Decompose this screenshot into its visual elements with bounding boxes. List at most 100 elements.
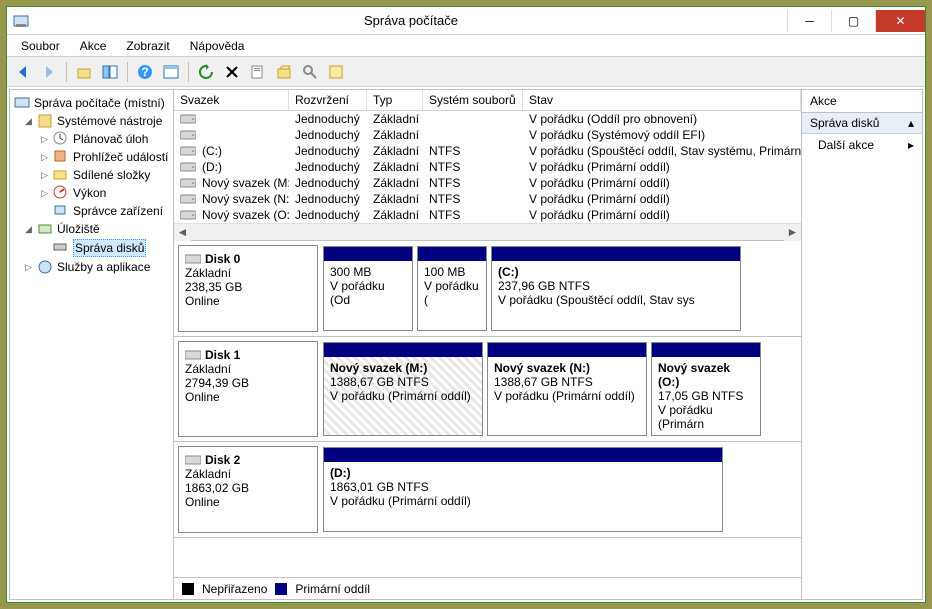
svg-text:?: ?	[141, 65, 148, 79]
partition-status: V pořádku (Primárn	[658, 403, 754, 431]
open-icon[interactable]	[272, 60, 296, 84]
disk-row: Disk 2Základní1863,02 GBOnline(D:)1863,0…	[174, 442, 801, 538]
partition-size: 1388,67 GB NTFS	[494, 375, 640, 389]
col-volume[interactable]: Svazek	[174, 90, 289, 110]
tools-icon	[37, 113, 53, 129]
cell-fs: NTFS	[423, 191, 523, 207]
minimize-button[interactable]: ─	[787, 10, 831, 32]
menu-napoveda[interactable]: Nápověda	[182, 37, 253, 55]
tree-shared-folders[interactable]: ▷Sdílené složky	[10, 166, 173, 184]
partition[interactable]: 100 MBV pořádku (	[417, 246, 487, 331]
disk-row: Disk 0Základní238,35 GBOnline300 MBV poř…	[174, 241, 801, 337]
col-fs[interactable]: Systém souborů	[423, 90, 523, 110]
collapse-icon[interactable]: ◢	[24, 117, 33, 126]
maximize-button[interactable]: ▢	[831, 10, 875, 32]
show-hide-tree-button[interactable]	[98, 60, 122, 84]
actions-section[interactable]: Správa disků ▴	[802, 113, 922, 134]
refresh-button[interactable]	[194, 60, 218, 84]
actions-more[interactable]: Další akce ▸	[802, 134, 922, 156]
col-type[interactable]: Typ	[367, 90, 423, 110]
expand-icon[interactable]: ▷	[40, 189, 49, 198]
tree-pane[interactable]: Správa počítače (místní) ◢ Systémové nás…	[10, 90, 174, 599]
cell-status: V pořádku (Primární oddíl)	[523, 159, 801, 175]
expand-icon[interactable]: ▷	[40, 135, 49, 144]
disk-icon	[53, 240, 69, 256]
col-layout[interactable]: Rozvržení	[289, 90, 367, 110]
table-row[interactable]: Nový svazek (O:)JednoduchýZákladníNTFSV …	[174, 207, 801, 223]
view-button[interactable]	[159, 60, 183, 84]
properties-icon[interactable]	[246, 60, 270, 84]
up-icon[interactable]	[72, 60, 96, 84]
table-row[interactable]: Nový svazek (N:)JednoduchýZákladníNTFSV …	[174, 191, 801, 207]
settings-icon[interactable]	[324, 60, 348, 84]
disk-info[interactable]: Disk 1Základní2794,39 GBOnline	[178, 341, 318, 437]
cell-layout: Jednoduchý	[289, 175, 367, 191]
table-row[interactable]: (C:)JednoduchýZákladníNTFSV pořádku (Spo…	[174, 143, 801, 159]
drive-icon	[174, 143, 196, 159]
partition[interactable]: Nový svazek (M:)1388,67 GB NTFSV pořádku…	[323, 342, 483, 436]
back-button[interactable]	[11, 60, 35, 84]
help-button[interactable]: ?	[133, 60, 157, 84]
partition[interactable]: 300 MBV pořádku (Od	[323, 246, 413, 331]
cell-status: V pořádku (Primární oddíl)	[523, 207, 801, 223]
partition-band	[324, 448, 722, 462]
tree-task-scheduler[interactable]: ▷Plánovač úloh	[10, 130, 173, 148]
actions-header: Akce	[802, 90, 922, 113]
tree-event-viewer[interactable]: ▷Prohlížeč událostí	[10, 148, 173, 166]
tree-device-manager[interactable]: Správce zařízení	[10, 202, 173, 220]
body: Správa počítače (místní) ◢ Systémové nás…	[9, 89, 923, 600]
table-row[interactable]: JednoduchýZákladníV pořádku (Systémový o…	[174, 127, 801, 143]
menubar: Soubor Akce Zobrazit Nápověda	[7, 35, 925, 57]
delete-icon[interactable]	[220, 60, 244, 84]
partition[interactable]: (D:)1863,01 GB NTFSV pořádku (Primární o…	[323, 447, 723, 532]
menu-zobrazit[interactable]: Zobrazit	[118, 37, 177, 55]
cell-type: Základní	[367, 191, 423, 207]
tree-root[interactable]: Správa počítače (místní)	[10, 94, 173, 112]
cell-layout: Jednoduchý	[289, 191, 367, 207]
cell-layout: Jednoduchý	[289, 159, 367, 175]
cell-status: V pořádku (Primární oddíl)	[523, 175, 801, 191]
partition[interactable]: Nový svazek (N:)1388,67 GB NTFSV pořádku…	[487, 342, 647, 436]
cell-type: Základní	[367, 111, 423, 127]
disk-label: Disk 0	[205, 252, 240, 266]
disk-info[interactable]: Disk 0Základní238,35 GBOnline	[178, 245, 318, 332]
close-button[interactable]: ✕	[875, 10, 925, 32]
table-row[interactable]: JednoduchýZákladníV pořádku (Oddíl pro o…	[174, 111, 801, 127]
window-title: Správa počítače	[35, 13, 787, 28]
tree-disk-mgmt[interactable]: Správa disků	[10, 238, 173, 258]
table-row[interactable]: Nový svazek (M:)JednoduchýZákladníNTFSV …	[174, 175, 801, 191]
cell-name	[196, 127, 289, 143]
scroll-left-icon[interactable]: ◄	[174, 224, 191, 241]
cell-name: Nový svazek (M:)	[196, 175, 289, 191]
forward-button[interactable]	[37, 60, 61, 84]
cell-name: (C:)	[196, 143, 289, 159]
scroll-right-icon[interactable]: ►	[784, 224, 801, 241]
tree-services-apps[interactable]: ▷Služby a aplikace	[10, 258, 173, 276]
toolbar: ?	[7, 57, 925, 87]
disk-info[interactable]: Disk 2Základní1863,02 GBOnline	[178, 446, 318, 533]
expand-icon[interactable]: ▷	[40, 153, 49, 162]
menu-soubor[interactable]: Soubor	[13, 37, 68, 55]
collapse-icon[interactable]: ▴	[908, 116, 914, 130]
partition-name: Nový svazek (O:)	[658, 361, 754, 389]
find-icon[interactable]	[298, 60, 322, 84]
disk-size: 2794,39 GB	[185, 376, 311, 390]
expand-icon[interactable]: ▷	[40, 171, 49, 180]
tree-sys-tools[interactable]: ◢ Systémové nástroje	[10, 112, 173, 130]
cell-layout: Jednoduchý	[289, 207, 367, 223]
partition-band	[488, 343, 646, 357]
tree-storage[interactable]: ◢Úložiště	[10, 220, 173, 238]
h-scrollbar[interactable]: ◄ ►	[174, 223, 801, 240]
menu-akce[interactable]: Akce	[72, 37, 115, 55]
partition[interactable]: (C:)237,96 GB NTFSV pořádku (Spouštěcí o…	[491, 246, 741, 331]
tree-performance[interactable]: ▷Výkon	[10, 184, 173, 202]
collapse-icon[interactable]: ◢	[24, 225, 33, 234]
disk-state: Online	[185, 294, 311, 308]
disk-graphical-view[interactable]: Disk 0Základní238,35 GBOnline300 MBV poř…	[174, 241, 801, 577]
drive-icon	[174, 159, 196, 175]
expand-icon[interactable]: ▷	[24, 263, 33, 272]
partition-size: 1388,67 GB NTFS	[330, 375, 476, 389]
col-status[interactable]: Stav	[523, 90, 801, 110]
partition[interactable]: Nový svazek (O:)17,05 GB NTFSV pořádku (…	[651, 342, 761, 436]
table-row[interactable]: (D:)JednoduchýZákladníNTFSV pořádku (Pri…	[174, 159, 801, 175]
